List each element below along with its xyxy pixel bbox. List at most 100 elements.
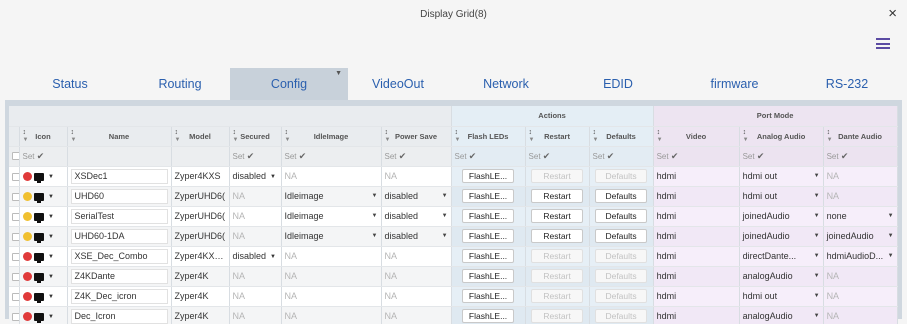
set-cell[interactable]: Set ✔ <box>653 146 740 167</box>
icon-cell[interactable]: ▼ <box>19 246 68 267</box>
row-select[interactable] <box>9 186 20 207</box>
chevron-down-icon[interactable]: ▼ <box>48 194 54 200</box>
tab-network[interactable]: Network <box>448 68 564 100</box>
sort-icon[interactable]: ↕ <box>23 129 27 136</box>
name-cell[interactable]: Z4KDante <box>67 266 172 287</box>
chevron-down-icon[interactable]: ▼ <box>888 233 894 239</box>
header-defaults[interactable]: Defaults ↕ ▼ <box>589 126 654 147</box>
video-cell[interactable]: hdmi <box>653 306 740 324</box>
table-row[interactable]: ▼ Dec_Icron Zyper4K NA NA NA FlashLE... … <box>9 306 898 324</box>
chevron-down-icon[interactable]: ▼ <box>48 234 54 240</box>
set-cell[interactable]: Set ✔ <box>281 146 382 167</box>
flash-leds-button[interactable]: FlashLE... <box>462 209 515 223</box>
set-cell[interactable]: Set ✔ <box>451 146 526 167</box>
checkbox-icon[interactable] <box>12 152 18 161</box>
video-cell[interactable]: hdmi <box>653 266 740 287</box>
analog-audio-cell[interactable]: hdmi out ▼ <box>739 166 824 187</box>
tab-rs232[interactable]: RS-232 <box>797 68 897 100</box>
close-icon[interactable]: × <box>888 5 897 22</box>
checkmark-icon[interactable]: ✔ <box>37 151 45 161</box>
analog-audio-cell[interactable]: analogAudio ▼ <box>739 266 824 287</box>
checkbox-icon[interactable] <box>12 272 18 281</box>
set-cell[interactable]: Set ✔ <box>525 146 590 167</box>
chevron-down-icon[interactable]: ▼ <box>814 233 820 239</box>
power-save-cell[interactable]: NA <box>381 286 452 307</box>
idleimage-cell[interactable]: NA <box>281 266 382 287</box>
analog-audio-cell[interactable]: joinedAudio ▼ <box>739 206 824 227</box>
checkmark-icon[interactable]: ✔ <box>543 151 551 161</box>
row-select[interactable] <box>9 306 20 324</box>
filter-icon[interactable]: ▼ <box>593 137 599 143</box>
checkmark-icon[interactable]: ✔ <box>299 151 307 161</box>
name-input[interactable]: UHD60 <box>70 188 168 204</box>
defaults-button[interactable]: Defaults <box>595 229 648 243</box>
filter-icon[interactable]: ▼ <box>657 137 663 143</box>
name-cell[interactable]: XSE_Dec_Combo <box>67 246 172 267</box>
name-cell[interactable]: Dec_Icron <box>67 306 172 324</box>
checkbox-icon[interactable] <box>12 252 18 261</box>
chevron-down-icon[interactable]: ▼ <box>442 213 448 219</box>
header-idleimage[interactable]: IdleImage ↕ ▼ <box>281 126 382 147</box>
name-cell[interactable]: XSDec1 <box>67 166 172 187</box>
set-cell[interactable]: Set ✔ <box>823 146 898 167</box>
checkbox-icon[interactable] <box>12 192 18 201</box>
header-secured[interactable]: Secured ↕ ▼ <box>229 126 282 147</box>
checkbox-icon[interactable] <box>12 312 18 321</box>
name-cell[interactable]: SerialTest <box>67 206 172 227</box>
idleimage-cell[interactable]: Idleimage ▼ <box>281 186 382 207</box>
power-save-cell[interactable]: NA <box>381 246 452 267</box>
chevron-down-icon[interactable]: ▼ <box>442 233 448 239</box>
icon-cell[interactable]: ▼ <box>19 266 68 287</box>
icon-cell[interactable]: ▼ <box>19 186 68 207</box>
chevron-down-icon[interactable]: ▼ <box>814 173 820 179</box>
idleimage-cell[interactable]: NA <box>281 166 382 187</box>
tab-routing[interactable]: Routing <box>130 68 230 100</box>
flash-leds-button[interactable]: FlashLE... <box>462 229 515 243</box>
sort-icon[interactable]: ↕ <box>743 129 747 136</box>
sort-icon[interactable]: ↕ <box>175 129 179 136</box>
sort-icon[interactable]: ↕ <box>385 129 389 136</box>
video-cell[interactable]: hdmi <box>653 286 740 307</box>
dante-audio-cell[interactable]: hdmiAudioD... ▼ <box>823 246 898 267</box>
sort-icon[interactable]: ↕ <box>71 129 75 136</box>
chevron-down-icon[interactable]: ▼ <box>372 213 378 219</box>
video-cell[interactable]: hdmi <box>653 226 740 247</box>
dante-audio-cell[interactable]: NA <box>823 286 898 307</box>
checkbox-icon[interactable] <box>12 212 18 221</box>
header-restart[interactable]: Restart ↕ ▼ <box>525 126 590 147</box>
secured-cell[interactable]: disabled ▼ <box>229 166 282 187</box>
chevron-down-icon[interactable]: ▼ <box>814 273 820 279</box>
idleimage-cell[interactable]: NA <box>281 306 382 324</box>
sort-icon[interactable]: ↕ <box>285 129 289 136</box>
set-cell[interactable]: Set ✔ <box>739 146 824 167</box>
checkmark-icon[interactable]: ✔ <box>671 151 679 161</box>
checkmark-icon[interactable]: ✔ <box>247 151 255 161</box>
idleimage-cell[interactable]: NA <box>281 246 382 267</box>
analog-audio-cell[interactable]: hdmi out ▼ <box>739 186 824 207</box>
header-flash-leds[interactable]: Flash LEDs ↕ ▼ <box>451 126 526 147</box>
secured-cell[interactable]: NA <box>229 306 282 324</box>
sort-icon[interactable]: ↕ <box>827 129 831 136</box>
video-cell[interactable]: hdmi <box>653 166 740 187</box>
table-row[interactable]: ▼ UHD60-1DA ZyperUHD6( NA Idleimage ▼ dis… <box>9 226 898 247</box>
checkbox-icon[interactable] <box>12 232 18 241</box>
filter-icon[interactable]: ▼ <box>335 70 342 77</box>
filter-icon[interactable]: ▼ <box>827 137 833 143</box>
secured-cell[interactable]: NA <box>229 286 282 307</box>
header-video[interactable]: Video ↕ ▼ <box>653 126 740 147</box>
table-row[interactable]: ▼ XSE_Dec_Combo Zyper4KXSE disabled ▼ NA … <box>9 246 898 267</box>
chevron-down-icon[interactable]: ▼ <box>48 294 54 300</box>
set-select-all[interactable] <box>9 146 20 167</box>
checkmark-icon[interactable]: ✔ <box>607 151 615 161</box>
chevron-down-icon[interactable]: ▼ <box>270 174 276 180</box>
dante-audio-cell[interactable]: none ▼ <box>823 206 898 227</box>
header-name[interactable]: Name ↕ ▼ <box>67 126 172 147</box>
chevron-down-icon[interactable]: ▼ <box>48 254 54 260</box>
filter-icon[interactable]: ▼ <box>23 137 29 143</box>
chevron-down-icon[interactable]: ▼ <box>48 274 54 280</box>
filter-icon[interactable]: ▼ <box>385 137 391 143</box>
power-save-cell[interactable]: NA <box>381 166 452 187</box>
sort-icon[interactable]: ↕ <box>529 129 533 136</box>
flash-leds-button[interactable]: FlashLE... <box>462 309 515 323</box>
power-save-cell[interactable]: disabled ▼ <box>381 226 452 247</box>
